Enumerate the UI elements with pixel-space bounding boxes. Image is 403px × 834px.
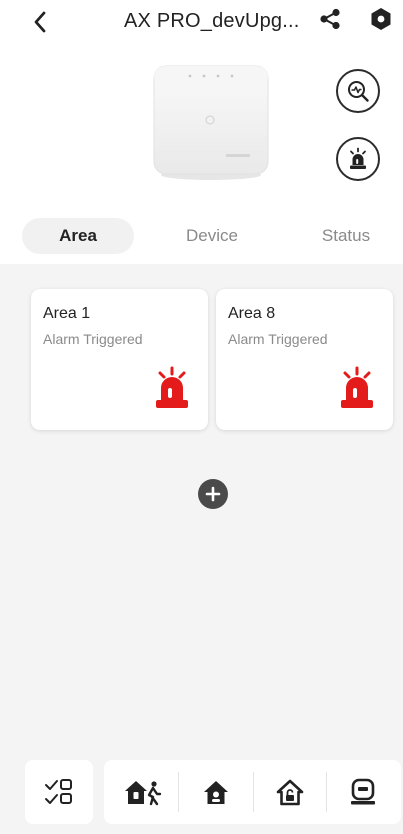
disarm-icon <box>276 779 304 806</box>
add-area-button[interactable] <box>198 479 228 509</box>
clear-alarm-button[interactable] <box>327 760 399 824</box>
multi-select-button[interactable] <box>25 760 93 824</box>
siren-button[interactable] <box>336 137 380 181</box>
multi-select-icon <box>45 779 72 804</box>
siren-icon <box>350 147 366 169</box>
stay-arm-icon <box>204 781 228 804</box>
area-status: Alarm Triggered <box>43 331 143 347</box>
away-arm-icon <box>125 781 162 806</box>
area-card-1[interactable]: Area 1 Alarm Triggered <box>31 289 208 430</box>
alarm-light-icon <box>156 366 188 408</box>
area-name: Area 8 <box>228 305 276 322</box>
stay-arm-button[interactable] <box>179 760 253 824</box>
share-button[interactable] <box>317 6 343 32</box>
plus-circle-icon <box>205 486 221 502</box>
back-button[interactable] <box>26 8 54 36</box>
tab-status[interactable]: Status <box>298 218 394 254</box>
away-arm-button[interactable] <box>108 760 178 824</box>
tab-device[interactable]: Device <box>160 218 264 254</box>
area-name: Area 1 <box>43 305 91 322</box>
area-status: Alarm Triggered <box>228 331 328 347</box>
settings-hex-icon <box>371 8 391 30</box>
settings-button[interactable] <box>368 6 394 32</box>
alarm-light-icon <box>341 366 373 408</box>
chevron-left-icon <box>34 11 46 33</box>
tab-bar: Area Device Status <box>0 216 403 260</box>
share-icon <box>320 8 340 30</box>
page-title: AX PRO_devUpg... <box>124 10 300 32</box>
top-bar: AX PRO_devUpg... <box>0 0 403 48</box>
device-image <box>148 62 274 182</box>
arming-mode-bar <box>104 760 401 824</box>
diagnosis-button[interactable] <box>336 69 380 113</box>
tab-area[interactable]: Area <box>22 218 134 254</box>
search-diagnosis-icon <box>348 81 369 102</box>
area-card-8[interactable]: Area 8 Alarm Triggered <box>216 289 393 430</box>
clear-alarm-icon <box>351 778 375 805</box>
disarm-button[interactable] <box>254 760 326 824</box>
